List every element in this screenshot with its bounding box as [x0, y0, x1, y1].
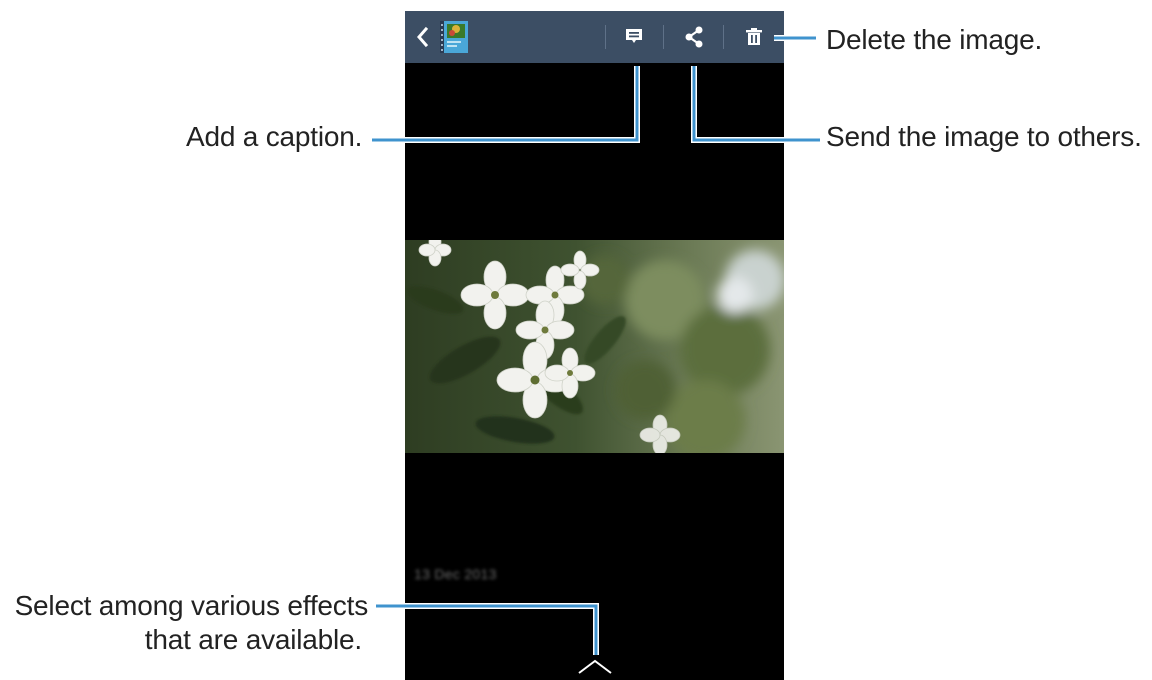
- callout-effects-line1: Select among various effects: [14, 590, 369, 621]
- callout-share: Send the image to others.: [826, 121, 1142, 152]
- callout-caption: Add a caption.: [186, 121, 363, 152]
- callout-leader-lines: [372, 35, 820, 655]
- callout-delete: Delete the image.: [826, 24, 1043, 55]
- callout-effects-line2: that are available.: [144, 624, 362, 655]
